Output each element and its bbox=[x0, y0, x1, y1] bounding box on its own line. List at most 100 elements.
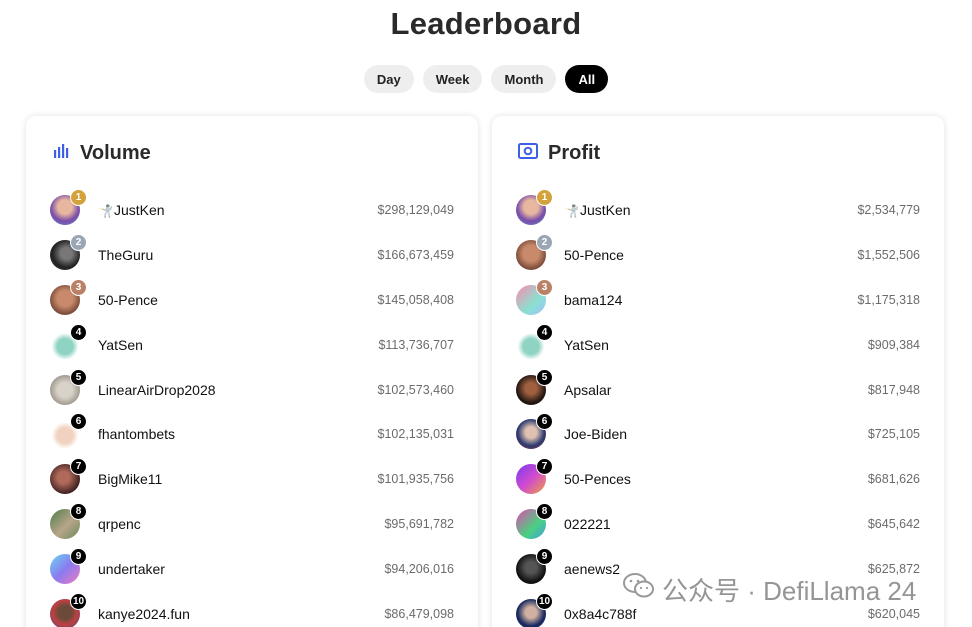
avatar-wrap: 4 bbox=[50, 323, 87, 360]
user-name[interactable]: 🤺JustKen bbox=[564, 202, 857, 218]
volume-row[interactable]: 5 LinearAirDrop2028 $102,573,460 bbox=[50, 367, 454, 412]
avatar-wrap: 10 bbox=[50, 592, 87, 627]
profit-amount: $2,534,779 bbox=[857, 203, 920, 218]
volume-row[interactable]: 3 50-Pence $145,058,408 bbox=[50, 278, 454, 323]
watermark: 公众号 · DefiLlama 24 bbox=[622, 571, 916, 608]
page-title: Leaderboard bbox=[390, 6, 582, 41]
profit-amount: $909,384 bbox=[867, 337, 920, 352]
user-name[interactable]: Joe-Biden bbox=[564, 426, 868, 442]
avatar-wrap: 6 bbox=[516, 413, 553, 450]
name-emoji: 🤺 bbox=[98, 204, 113, 219]
rank-badge: 1 bbox=[70, 189, 87, 207]
banknote-icon bbox=[518, 143, 538, 164]
user-name-text: TheGuru bbox=[98, 247, 154, 264]
volume-amount: $102,135,031 bbox=[377, 427, 454, 442]
rank-badge: 5 bbox=[70, 368, 87, 386]
profit-amount: $645,642 bbox=[867, 516, 920, 531]
rank-badge: 9 bbox=[536, 547, 553, 565]
profit-row[interactable]: 6 Joe-Biden $725,105 bbox=[516, 412, 920, 457]
rank-badge: 7 bbox=[536, 458, 553, 476]
user-name[interactable]: undertaker bbox=[98, 561, 384, 577]
user-name[interactable]: 🤺JustKen bbox=[98, 202, 378, 218]
avatar-wrap: 7 bbox=[50, 458, 87, 495]
rank-badge: 7 bbox=[70, 458, 87, 476]
avatar-wrap: 10 bbox=[516, 592, 553, 627]
filter-month-button[interactable]: Month bbox=[491, 65, 557, 93]
rank-badge: 8 bbox=[536, 502, 553, 520]
profit-row[interactable]: 3 bama124 $1,175,318 bbox=[516, 278, 920, 323]
rank-badge: 6 bbox=[70, 413, 87, 431]
user-name-text: 50-Pences bbox=[564, 471, 631, 488]
user-name-text: qrpenc bbox=[98, 515, 141, 532]
volume-amount: $113,736,707 bbox=[378, 337, 454, 352]
volume-amount: $95,691,782 bbox=[384, 516, 454, 531]
profit-row[interactable]: 2 50-Pence $1,552,506 bbox=[516, 233, 920, 278]
profit-row[interactable]: 7 50-Pences $681,626 bbox=[516, 457, 920, 502]
filter-all-button[interactable]: All bbox=[565, 65, 609, 93]
user-name[interactable]: 022221 bbox=[564, 516, 868, 532]
avatar-wrap: 1 bbox=[516, 189, 553, 226]
rank-badge: 8 bbox=[70, 502, 87, 520]
volume-amount: $102,573,460 bbox=[377, 382, 454, 397]
volume-amount: $101,935,756 bbox=[377, 472, 454, 487]
user-name[interactable]: Apsalar bbox=[564, 382, 868, 398]
watermark-text: 公众号 · DefiLlama 24 bbox=[662, 576, 917, 606]
avatar-wrap: 4 bbox=[516, 323, 553, 360]
user-name-text: LinearAirDrop2028 bbox=[98, 381, 216, 398]
avatar-wrap: 8 bbox=[516, 502, 553, 539]
profit-panel-title: Profit bbox=[548, 142, 601, 164]
volume-row[interactable]: 4 YatSen $113,736,707 bbox=[50, 322, 454, 367]
rank-badge: 4 bbox=[536, 323, 553, 341]
name-emoji: 🤺 bbox=[564, 204, 579, 219]
user-name[interactable]: 50-Pence bbox=[98, 292, 378, 308]
user-name-text: aenews2 bbox=[564, 560, 621, 577]
rank-badge: 3 bbox=[70, 278, 87, 296]
volume-panel: Volume 1 🤺JustKen $298,129,049 2 TheGuru $166… bbox=[26, 116, 478, 627]
rank-badge: 4 bbox=[70, 323, 87, 341]
user-name-text: fhantombets bbox=[98, 426, 176, 443]
user-name-text: 50-Pence bbox=[98, 291, 158, 308]
avatar-wrap: 6 bbox=[50, 413, 87, 450]
user-name[interactable]: TheGuru bbox=[98, 247, 378, 263]
user-name[interactable]: fhantombets bbox=[98, 426, 378, 442]
profit-row[interactable]: 1 🤺JustKen $2,534,779 bbox=[516, 188, 920, 233]
rank-badge: 5 bbox=[536, 368, 553, 386]
profit-row[interactable]: 8 022221 $645,642 bbox=[516, 502, 920, 547]
user-name[interactable]: 50-Pences bbox=[564, 471, 868, 487]
user-name[interactable]: bama124 bbox=[564, 292, 857, 308]
rank-badge: 2 bbox=[70, 234, 87, 252]
avatar-wrap: 9 bbox=[516, 547, 553, 584]
user-name[interactable]: LinearAirDrop2028 bbox=[98, 382, 378, 398]
volume-row[interactable]: 6 fhantombets $102,135,031 bbox=[50, 412, 454, 457]
profit-amount: $681,626 bbox=[867, 472, 920, 487]
user-name[interactable]: 50-Pence bbox=[564, 247, 857, 263]
avatar-wrap: 3 bbox=[516, 278, 553, 315]
volume-list: 1 🤺JustKen $298,129,049 2 TheGuru $166,673,45… bbox=[50, 188, 454, 627]
user-name[interactable]: YatSen bbox=[98, 337, 378, 353]
rank-badge: 9 bbox=[70, 547, 87, 565]
profit-list: 1 🤺JustKen $2,534,779 2 50-Pence $1,552,506 3 b… bbox=[516, 188, 920, 627]
user-name[interactable]: BigMike11 bbox=[98, 471, 378, 487]
avatar-wrap: 8 bbox=[50, 502, 87, 539]
user-name-text: Apsalar bbox=[564, 381, 612, 398]
filter-week-button[interactable]: Week bbox=[422, 65, 483, 93]
volume-row[interactable]: 7 BigMike11 $101,935,756 bbox=[50, 457, 454, 502]
wechat-icon bbox=[622, 572, 656, 607]
filter-day-button[interactable]: Day bbox=[363, 65, 414, 93]
user-name-text: JustKen bbox=[113, 202, 165, 219]
user-name[interactable]: YatSen bbox=[564, 337, 868, 353]
profit-amount: $620,045 bbox=[867, 606, 920, 621]
profit-row[interactable]: 5 Apsalar $817,948 bbox=[516, 367, 920, 412]
volume-row[interactable]: 9 undertaker $94,206,016 bbox=[50, 546, 454, 591]
avatar-wrap: 1 bbox=[50, 189, 87, 226]
user-name[interactable]: qrpenc bbox=[98, 516, 384, 532]
user-name-text: kanye2024.fun bbox=[98, 605, 190, 622]
user-name-text: Joe-Biden bbox=[564, 426, 628, 443]
user-name-text: 50-Pence bbox=[564, 247, 624, 264]
user-name[interactable]: kanye2024.fun bbox=[98, 606, 384, 622]
volume-row[interactable]: 10 kanye2024.fun $86,479,098 bbox=[50, 591, 454, 627]
volume-row[interactable]: 8 qrpenc $95,691,782 bbox=[50, 502, 454, 547]
volume-row[interactable]: 2 TheGuru $166,673,459 bbox=[50, 233, 454, 278]
profit-row[interactable]: 4 YatSen $909,384 bbox=[516, 322, 920, 367]
volume-row[interactable]: 1 🤺JustKen $298,129,049 bbox=[50, 188, 454, 233]
